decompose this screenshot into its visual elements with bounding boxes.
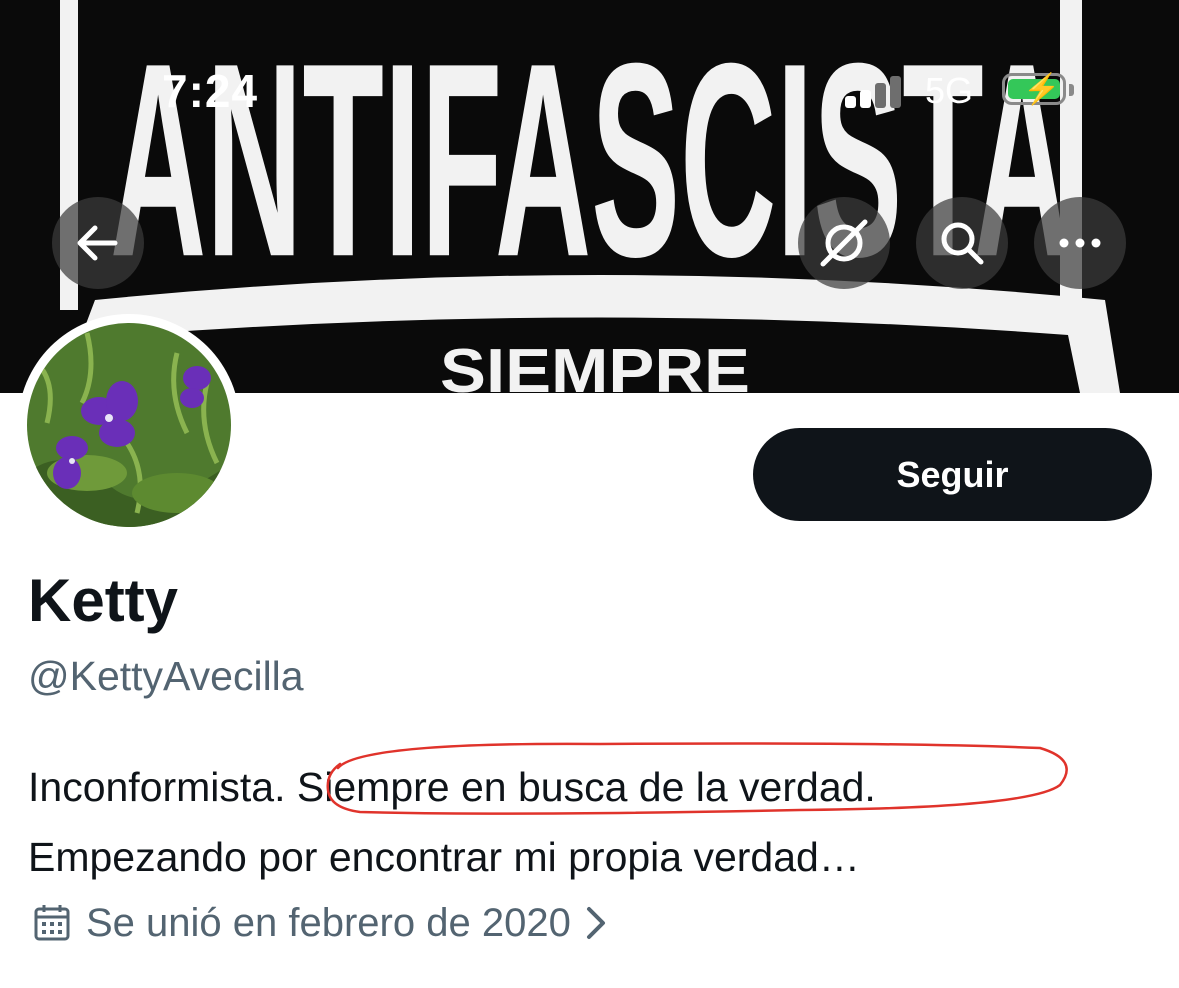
status-time: 7:24	[162, 65, 259, 117]
bio-period: .	[274, 764, 286, 810]
more-icon	[1059, 238, 1101, 248]
follow-button[interactable]: Seguir	[753, 428, 1152, 521]
avatar[interactable]	[18, 314, 240, 536]
bio-highlighted-phrase: Siempre en busca de la verdad.	[285, 764, 876, 810]
signal-icon	[845, 76, 905, 108]
network-type: 5G	[925, 70, 974, 111]
bio-line-1: Inconformista. Siempre en busca de la ve…	[28, 752, 876, 822]
profile-bio: Inconformista. Siempre en busca de la ve…	[28, 752, 876, 892]
back-button[interactable]	[52, 197, 144, 289]
status-indicators: 5G ⚡	[845, 70, 1085, 114]
search-button[interactable]	[916, 197, 1008, 289]
avatar-image	[27, 323, 231, 527]
battery-tip	[1069, 84, 1074, 96]
calendar-icon	[34, 905, 70, 941]
chevron-right-icon	[586, 907, 605, 939]
joined-date[interactable]: Se unió en febrero de 2020	[32, 898, 607, 948]
grok-icon	[820, 219, 868, 267]
grok-button[interactable]	[798, 197, 890, 289]
more-button[interactable]	[1034, 197, 1126, 289]
profile-handle: @KettyAvecilla	[28, 653, 304, 699]
bio-line-2: Empezando por encontrar mi propia verdad…	[28, 834, 860, 880]
banner-subtitle: SIEMPRE	[440, 337, 750, 393]
profile-name: Ketty	[28, 567, 179, 634]
search-icon	[941, 222, 984, 265]
bio-word: Inconformista	[28, 764, 275, 810]
back-arrow-icon	[77, 225, 118, 261]
battery-icon: ⚡	[1002, 73, 1066, 106]
charging-bolt-icon: ⚡	[1023, 73, 1061, 106]
joined-text: Se unió en febrero de 2020	[86, 900, 571, 945]
